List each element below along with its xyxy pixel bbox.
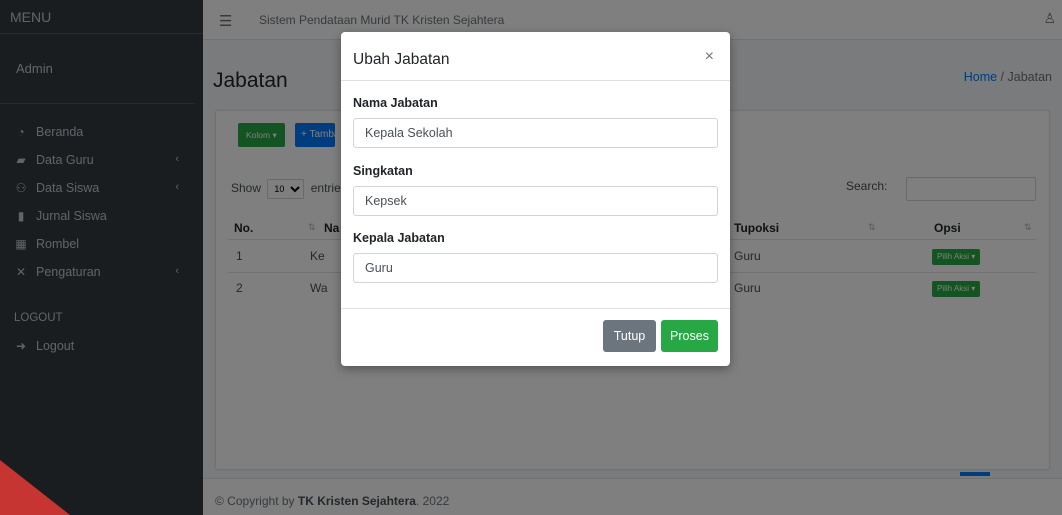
- decorative-corner: [0, 460, 70, 515]
- kepala-jabatan-input[interactable]: [353, 253, 718, 283]
- close-icon[interactable]: ×: [705, 48, 714, 66]
- modal-footer-divider: [341, 308, 730, 309]
- proses-button[interactable]: Proses: [661, 320, 718, 352]
- app-window: MENU Admin ◔ Beranda ▰ Data Guru ‹ ⚇ Dat…: [0, 0, 1062, 515]
- nama-jabatan-input[interactable]: [353, 118, 718, 148]
- singkatan-label: Singkatan: [353, 164, 413, 178]
- ubah-jabatan-modal: Ubah Jabatan × Nama Jabatan Singkatan Ke…: [341, 32, 730, 366]
- singkatan-input[interactable]: [353, 186, 718, 216]
- modal-title: Ubah Jabatan: [353, 51, 450, 68]
- nama-jabatan-label: Nama Jabatan: [353, 96, 438, 110]
- modal-header: Ubah Jabatan ×: [341, 32, 730, 81]
- kepala-jabatan-label: Kepala Jabatan: [353, 231, 445, 245]
- tutup-button[interactable]: Tutup: [603, 320, 656, 352]
